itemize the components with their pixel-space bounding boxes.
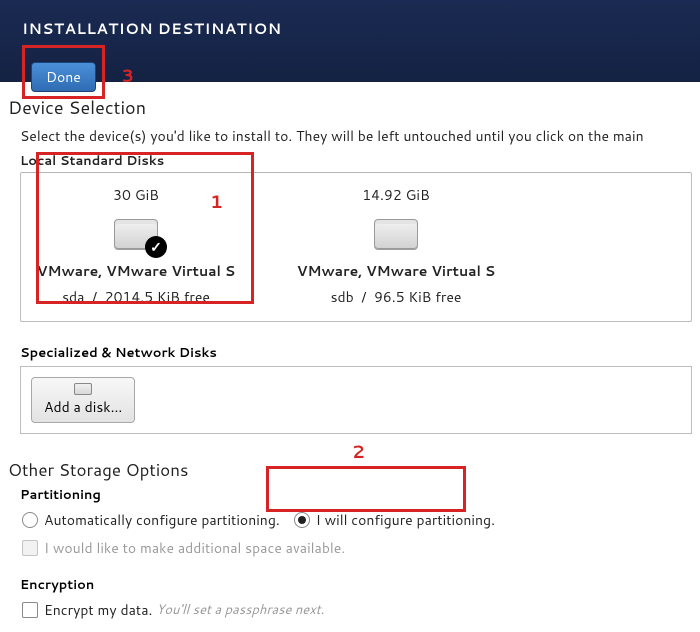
partitioning-label: Partitioning [20,486,692,504]
annotation-box-3: Done [22,45,105,99]
auto-partition-label: Automatically configure partitioning. [44,510,280,530]
encrypt-hint: You'll set a passphrase next. [156,601,324,619]
auto-partition-radio[interactable]: Automatically configure partitioning. [22,510,280,530]
page-title: INSTALLATION DESTINATION [22,18,678,39]
encryption-label: Encryption [20,576,692,594]
hard-drive-icon [374,219,418,249]
specialized-disks-label: Specialized & Network Disks [20,344,692,362]
annotation-label-3: 3 [121,62,134,88]
manual-partition-radio[interactable]: I will configure partitioning. [294,510,495,530]
local-disks-label: Local Standard Disks [20,152,692,170]
other-storage-heading: Other Storage Options [8,458,692,482]
annotation-label-2: 2 [352,438,365,464]
add-disk-button[interactable]: Add a disk... [31,377,135,423]
disk-size: 14.92 GiB [281,185,511,205]
checkbox-icon [22,540,38,556]
encrypt-label: Encrypt my data. [44,600,152,620]
checkbox-icon [22,602,38,618]
radio-icon [294,512,310,528]
disk-free: sdb / 96.5 KiB free [281,287,511,307]
disk-free: sda / 2014.5 KiB free [21,287,251,307]
disk-name: VMware, VMware Virtual S [21,261,251,281]
annotation-label-1: 1 [210,188,223,214]
specialized-disks-panel: Add a disk... [20,366,692,434]
disk-item[interactable]: 14.92 GiB VMware, VMware Virtual S sdb /… [281,185,511,307]
local-disks-panel: 30 GiB VMware, VMware Virtual S sda / 20… [20,172,692,322]
disk-name: VMware, VMware Virtual S [281,261,511,281]
hard-drive-icon [114,219,158,249]
radio-icon [22,512,38,528]
disk-icon [74,383,92,395]
done-button[interactable]: Done [31,62,96,92]
checkmark-icon [145,236,167,258]
device-selection-subtitle: Select the device(s) you'd like to insta… [20,126,692,146]
additional-space-label: I would like to make additional space av… [44,538,345,558]
add-disk-label: Add a disk... [44,397,122,417]
additional-space-checkbox: I would like to make additional space av… [22,538,345,558]
encrypt-checkbox[interactable]: Encrypt my data. You'll set a passphrase… [22,600,324,620]
manual-partition-label: I will configure partitioning. [316,510,495,530]
